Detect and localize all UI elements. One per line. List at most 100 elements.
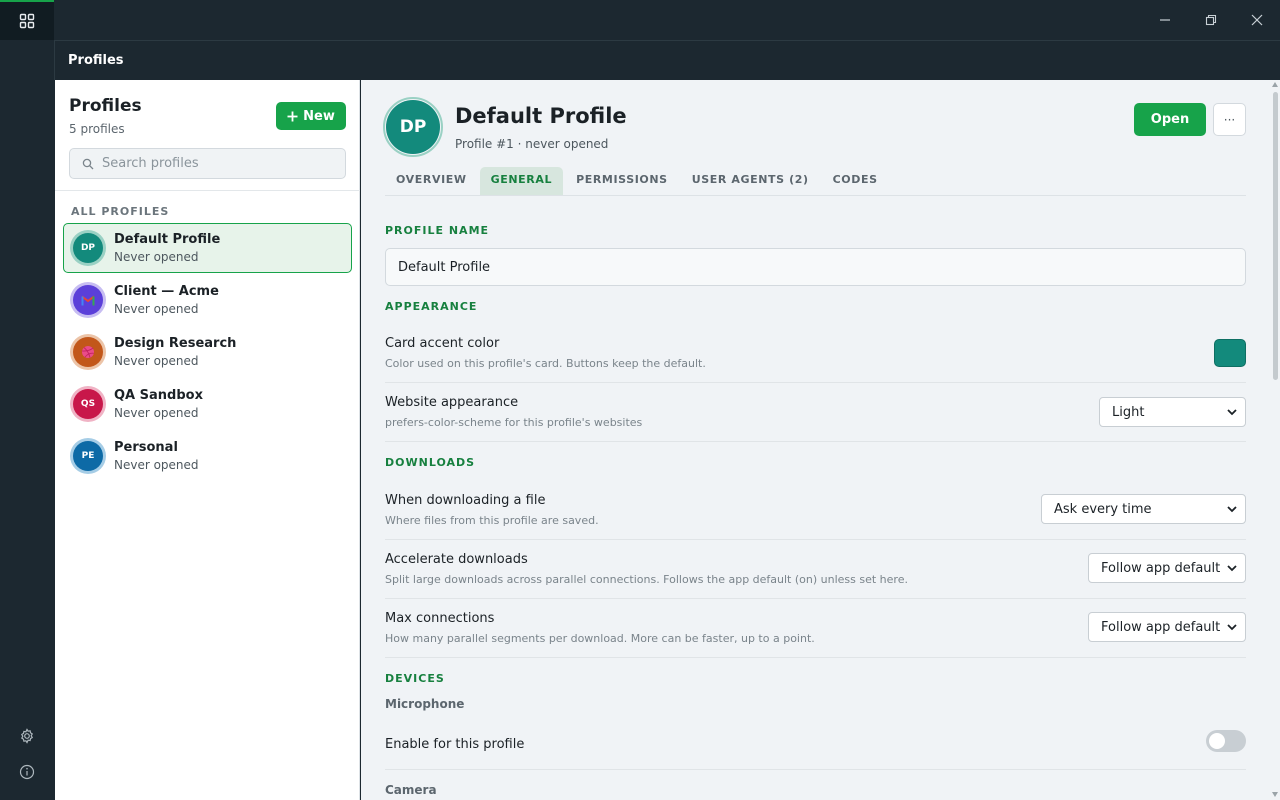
minimize-button[interactable] [1142, 0, 1188, 40]
mic-enable-toggle[interactable] [1206, 730, 1246, 752]
profiles-sidebar: Profiles 5 profiles New Search profiles … [55, 80, 360, 800]
website-appearance-desc: prefers-color-scheme for this profile's … [385, 416, 643, 429]
card-accent-title: Card accent color [385, 336, 500, 351]
accelerate-select[interactable]: Follow app default [1088, 553, 1246, 583]
profile-list: DP Default Profile Never opened Client —… [63, 223, 352, 483]
search-placeholder: Search profiles [102, 156, 199, 171]
scroll-thumb[interactable] [1273, 92, 1278, 380]
mic-enable-row: Enable for this profile [385, 729, 1246, 770]
card-accent-color-swatch[interactable] [1214, 339, 1246, 367]
profile-avatar: DP [383, 97, 443, 157]
card-accent-row: Card accent color Color used on this pro… [385, 336, 1246, 383]
avatar: PE [70, 438, 106, 474]
gear-icon [21, 728, 33, 744]
chevron-down-icon [1227, 506, 1237, 513]
info-button[interactable] [15, 760, 39, 784]
apps-grid-button[interactable] [0, 0, 54, 40]
profile-item-personal[interactable]: PE Personal Never opened [63, 431, 352, 481]
max-connections-row: Max connections How many parallel segmen… [385, 611, 1246, 658]
avatar [70, 282, 106, 318]
restore-button[interactable] [1188, 0, 1234, 40]
sidebar-divider [55, 190, 360, 191]
accelerate-row: Accelerate downloads Split large downloa… [385, 552, 1246, 599]
chevron-down-icon [1227, 409, 1237, 416]
website-appearance-select[interactable]: Light [1099, 397, 1246, 427]
header-bar: Profiles [54, 40, 1280, 80]
accelerate-desc: Split large downloads across parallel co… [385, 573, 908, 586]
profile-status: Never opened [114, 406, 199, 420]
tab-general[interactable]: GENERAL [479, 167, 564, 195]
gmail-icon [81, 294, 95, 306]
profile-tabs: OVERVIEW GENERAL PERMISSIONS USER AGENTS… [385, 167, 1246, 196]
new-button-label: New [303, 108, 335, 124]
profile-detail-panel: DP Default Profile Profile #1 · never op… [361, 80, 1270, 800]
profile-status: Never opened [114, 458, 199, 472]
profile-name: Design Research [114, 336, 237, 351]
download-file-value: Ask every time [1054, 501, 1152, 517]
camera-heading: Camera [385, 783, 437, 797]
profile-item-client-acme[interactable]: Client — Acme Never opened [63, 275, 352, 325]
chevron-down-icon [1227, 624, 1237, 631]
tab-codes[interactable]: CODES [822, 167, 889, 195]
profile-item-qa-sandbox[interactable]: QS QA Sandbox Never opened [63, 379, 352, 429]
new-profile-button[interactable]: New [276, 102, 346, 130]
avatar: DP [70, 230, 106, 266]
profile-item-design-research[interactable]: Design Research Never opened [63, 327, 352, 377]
search-input[interactable]: Search profiles [69, 148, 346, 179]
left-rail [0, 40, 54, 800]
max-connections-desc: How many parallel segments per download.… [385, 632, 815, 645]
close-button[interactable] [1234, 0, 1280, 40]
more-options-button[interactable]: ··· [1213, 103, 1246, 136]
profile-subtitle: Profile #1 · never opened [455, 137, 609, 151]
max-connections-value: Follow app default [1101, 619, 1221, 635]
mic-enable-title: Enable for this profile [385, 737, 525, 752]
minimize-icon [1160, 19, 1170, 21]
card-accent-desc: Color used on this profile's card. Butto… [385, 357, 706, 370]
profile-name-field[interactable]: Default Profile [385, 248, 1246, 286]
tab-permissions[interactable]: PERMISSIONS [565, 167, 679, 195]
devices-heading: DEVICES [385, 672, 445, 685]
website-appearance-value: Light [1112, 404, 1145, 420]
accelerate-value: Follow app default [1101, 560, 1221, 576]
max-connections-title: Max connections [385, 611, 495, 626]
tab-overview[interactable]: OVERVIEW [385, 167, 478, 195]
microphone-heading: Microphone [385, 697, 465, 711]
download-file-select[interactable]: Ask every time [1041, 494, 1246, 524]
profile-name-heading: PROFILE NAME [385, 224, 490, 237]
avatar: QS [70, 386, 106, 422]
website-appearance-title: Website appearance [385, 395, 519, 410]
plus-icon [287, 111, 298, 121]
main-scrollbar[interactable] [1270, 80, 1280, 800]
sidebar-title: Profiles [69, 96, 142, 116]
profile-status: Never opened [114, 250, 199, 264]
close-icon [1251, 14, 1263, 26]
website-appearance-row: Website appearance prefers-color-scheme … [385, 395, 1246, 442]
profile-title: Default Profile [455, 104, 627, 128]
profile-name: Personal [114, 440, 178, 455]
tab-user-agents[interactable]: USER AGENTS (2) [681, 167, 820, 195]
max-connections-select[interactable]: Follow app default [1088, 612, 1246, 642]
info-icon [19, 764, 35, 780]
profile-count: 5 profiles [69, 122, 125, 136]
all-profiles-label: ALL PROFILES [71, 205, 170, 218]
settings-button[interactable] [15, 724, 39, 748]
open-profile-button[interactable]: Open [1134, 103, 1206, 136]
profile-status: Never opened [114, 354, 199, 368]
avatar [70, 334, 106, 370]
dribbble-icon [82, 346, 94, 358]
title-bar [0, 0, 1280, 40]
more-icon: ··· [1223, 112, 1236, 127]
restore-icon [1205, 14, 1217, 26]
profile-status: Never opened [114, 302, 199, 316]
toggle-knob [1209, 733, 1225, 749]
scroll-up-icon [1272, 82, 1278, 87]
chevron-down-icon [1227, 565, 1237, 572]
profile-name: QA Sandbox [114, 388, 203, 403]
download-file-row: When downloading a file Where files from… [385, 493, 1246, 540]
page-title: Profiles [68, 53, 124, 68]
search-icon [82, 158, 94, 169]
scroll-down-icon [1272, 792, 1278, 797]
download-file-title: When downloading a file [385, 493, 546, 508]
profile-item-default[interactable]: DP Default Profile Never opened [63, 223, 352, 273]
profile-name: Default Profile [114, 232, 221, 247]
